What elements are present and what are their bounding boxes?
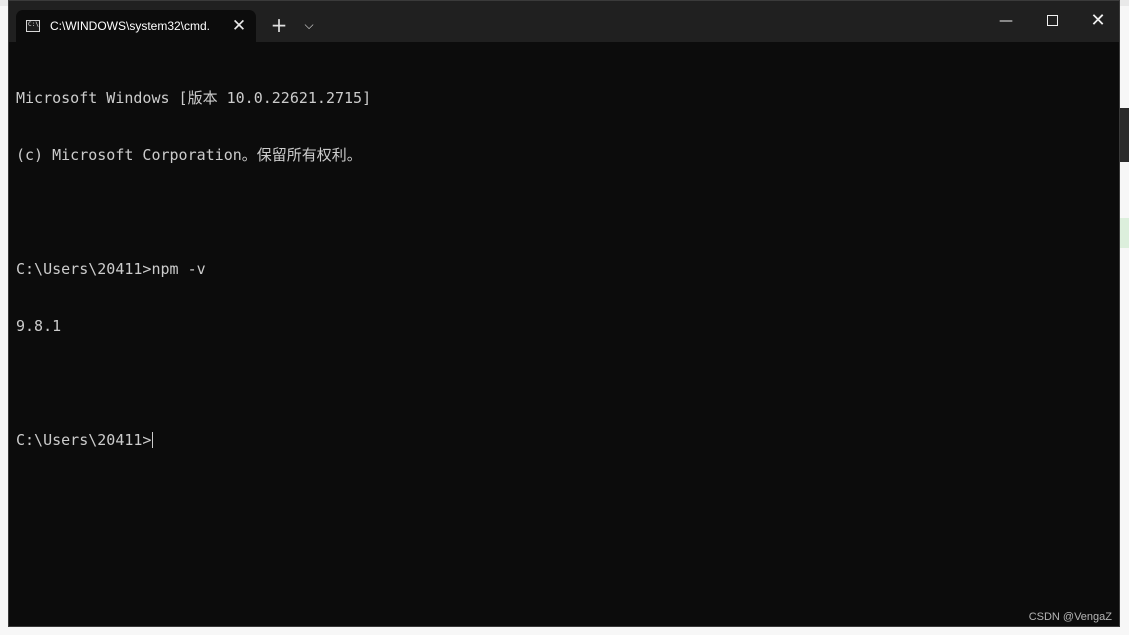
title-bar[interactable]: C:\WINDOWS\system32\cmd. ✕ + ⌵ — ✕ — [9, 1, 1119, 42]
watermark: CSDN @VengaZ — [1028, 611, 1112, 623]
text-cursor — [152, 432, 154, 448]
background-green-band — [1120, 218, 1129, 248]
close-tab-icon[interactable]: ✕ — [228, 15, 250, 37]
console-output[interactable]: Microsoft Windows [版本 10.0.22621.2715] (… — [9, 42, 1119, 626]
chevron-down-icon[interactable]: ⌵ — [297, 13, 321, 37]
console-prompt-line[interactable]: C:\Users\20411> — [16, 431, 1119, 450]
console-prompt: C:\Users\20411> — [16, 431, 152, 449]
tab-cmd[interactable]: C:\WINDOWS\system32\cmd. ✕ — [16, 10, 256, 42]
background-dark-band — [1120, 108, 1129, 162]
close-window-button[interactable]: ✕ — [1075, 1, 1121, 41]
terminal-window[interactable]: C:\WINDOWS\system32\cmd. ✕ + ⌵ — ✕ Micro… — [8, 0, 1120, 627]
console-line: Microsoft Windows [版本 10.0.22621.2715] — [16, 89, 372, 107]
new-tab-button[interactable]: + — [267, 13, 291, 37]
console-line: 9.8.1 — [16, 317, 62, 335]
console-line: (c) Microsoft Corporation。保留所有权利。 — [16, 146, 362, 164]
minimize-button[interactable]: — — [983, 1, 1029, 41]
cmd-icon — [26, 20, 40, 32]
maximize-icon — [1046, 15, 1058, 26]
console-line: C:\Users\20411>npm -v — [16, 260, 206, 278]
maximize-button[interactable] — [1029, 1, 1075, 41]
tab-title: C:\WINDOWS\system32\cmd. — [50, 19, 211, 33]
